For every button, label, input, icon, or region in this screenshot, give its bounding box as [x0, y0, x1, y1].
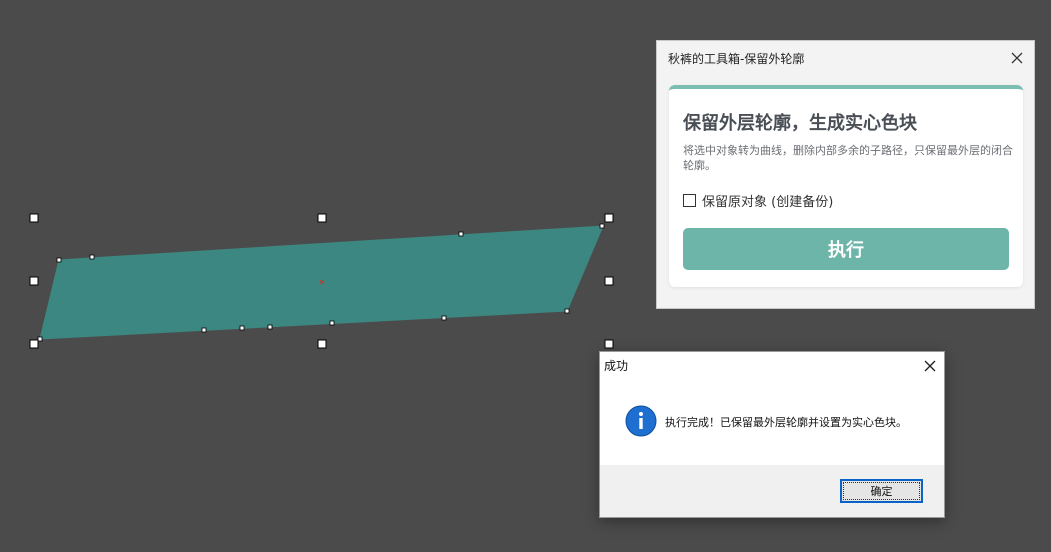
dialog-close-icon[interactable] [920, 356, 940, 376]
selection-handle[interactable] [317, 213, 327, 223]
tool-panel-window: 秋裤的工具箱-保留外轮廓 保留外层轮廓，生成实心色块 将选中对象转为曲线，删除内… [656, 40, 1035, 309]
shape-node[interactable] [599, 223, 605, 229]
panel-titlebar[interactable]: 秋裤的工具箱-保留外轮廓 [657, 41, 1034, 75]
panel-card: 保留外层轮廓，生成实心色块 将选中对象转为曲线，删除内部多余的子路径，只保留最外… [669, 85, 1023, 287]
keep-original-checkbox[interactable]: 保留原对象 (创建备份) [683, 191, 833, 210]
shape-node[interactable] [267, 324, 273, 330]
shape-node[interactable] [458, 231, 464, 237]
dialog-message: 执行完成！已保留最外层轮廓并设置为实心色块。 [665, 416, 907, 429]
dialog-title: 成功 [604, 359, 629, 373]
shape-node[interactable] [89, 254, 95, 260]
ok-button-label: 确定 [870, 485, 893, 498]
success-dialog: 成功 执行完成！已保留最外层轮廓并设置为实心色块。 确定 [599, 351, 945, 518]
checkbox-label[interactable]: 保留原对象 (创建备份) [702, 191, 833, 210]
card-heading: 保留外层轮廓，生成实心色块 [683, 113, 917, 134]
shape-node[interactable] [239, 325, 245, 331]
selection-handle[interactable] [29, 339, 39, 349]
selection-handle[interactable] [29, 213, 39, 223]
checkbox-box[interactable] [683, 193, 696, 207]
shape-node[interactable] [37, 336, 43, 342]
selection-handle[interactable] [317, 339, 327, 349]
card-description: 将选中对象转为曲线，删除内部多余的子路径，只保留最外层的闭合轮廓。 [683, 144, 1013, 172]
shape-node[interactable] [564, 308, 570, 314]
close-icon[interactable] [1007, 48, 1027, 68]
selection-handle[interactable] [604, 213, 614, 223]
shape-node[interactable] [329, 320, 335, 326]
ok-button[interactable]: 确定 [840, 479, 923, 503]
panel-title: 秋裤的工具箱-保留外轮廓 [668, 52, 805, 66]
selection-handle[interactable] [604, 339, 614, 349]
selection-handle[interactable] [604, 276, 614, 286]
info-icon [625, 405, 657, 437]
shape-node[interactable] [56, 257, 62, 263]
dialog-footer: 确定 [600, 465, 944, 517]
shape-node[interactable] [201, 327, 207, 333]
selection-handle[interactable] [29, 276, 39, 286]
execute-button[interactable]: 执行 [683, 228, 1009, 270]
shape-node[interactable] [441, 315, 447, 321]
